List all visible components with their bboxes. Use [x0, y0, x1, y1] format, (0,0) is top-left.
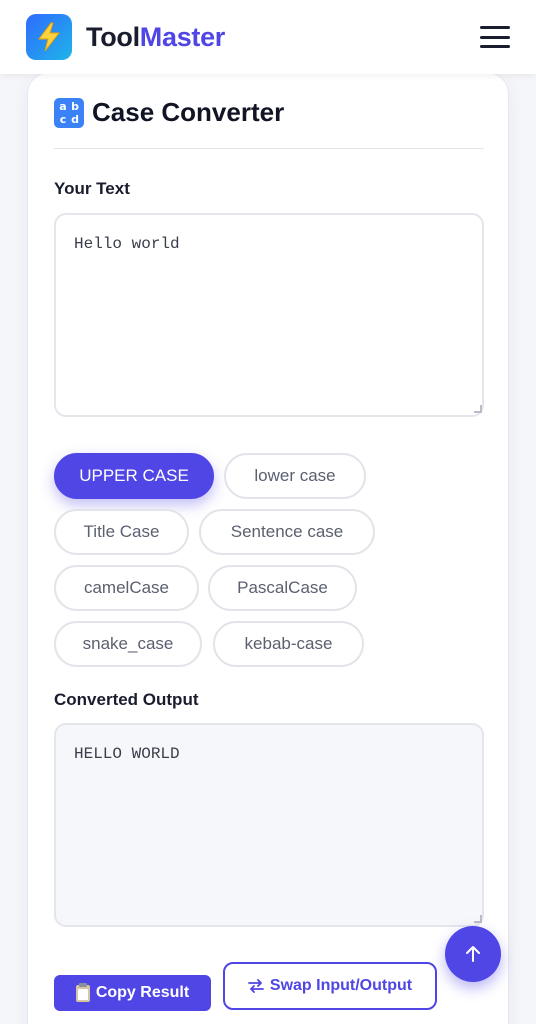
top-header: ToolMaster: [0, 0, 536, 74]
pascal-case-button[interactable]: PascalCase: [208, 565, 357, 611]
input-resize-handle[interactable]: [474, 405, 482, 413]
brand-name-part1: Tool: [86, 21, 140, 52]
output-resize-handle[interactable]: [474, 915, 482, 923]
upper-case-button[interactable]: UPPER CASE: [54, 453, 214, 499]
arrow-up-icon: [466, 946, 480, 962]
copy-result-label: Copy Result: [95, 984, 190, 1001]
brand-name: ToolMaster: [86, 22, 225, 53]
page-title-text: Case Converter: [92, 97, 285, 127]
swap-arrows-icon: [247, 979, 264, 993]
lower-case-button[interactable]: lower case: [224, 453, 366, 499]
title-divider: [54, 148, 484, 149]
input-label: Your Text: [54, 179, 130, 198]
hamburger-menu-icon[interactable]: [480, 24, 510, 50]
output-label: Converted Output: [54, 690, 199, 709]
lightning-bolt-icon: [26, 14, 72, 60]
swap-label: Swap Input/Output: [269, 977, 413, 994]
swap-input-output-button[interactable]: Swap Input/Output: [223, 962, 437, 1010]
clipboard-icon: [75, 982, 90, 1002]
camel-case-button[interactable]: camelCase: [54, 565, 199, 611]
snake-case-button[interactable]: snake_case: [54, 621, 202, 667]
case-converter-card: abcd Case Converter Your Text UPPER CASE…: [27, 72, 509, 1024]
brand-logo[interactable]: ToolMaster: [26, 14, 225, 60]
input-textarea[interactable]: [54, 213, 484, 417]
title-case-button[interactable]: Title Case: [54, 509, 189, 555]
page-title: abcd Case Converter: [54, 97, 284, 128]
kebab-case-button[interactable]: kebab-case: [213, 621, 364, 667]
sentence-case-button[interactable]: Sentence case: [199, 509, 375, 555]
scroll-to-top-button[interactable]: [445, 926, 501, 982]
abcd-input-icon: abcd: [54, 97, 84, 128]
copy-result-button[interactable]: Copy Result: [54, 975, 211, 1011]
brand-name-part2: Master: [139, 21, 226, 52]
output-textarea[interactable]: [54, 723, 484, 927]
